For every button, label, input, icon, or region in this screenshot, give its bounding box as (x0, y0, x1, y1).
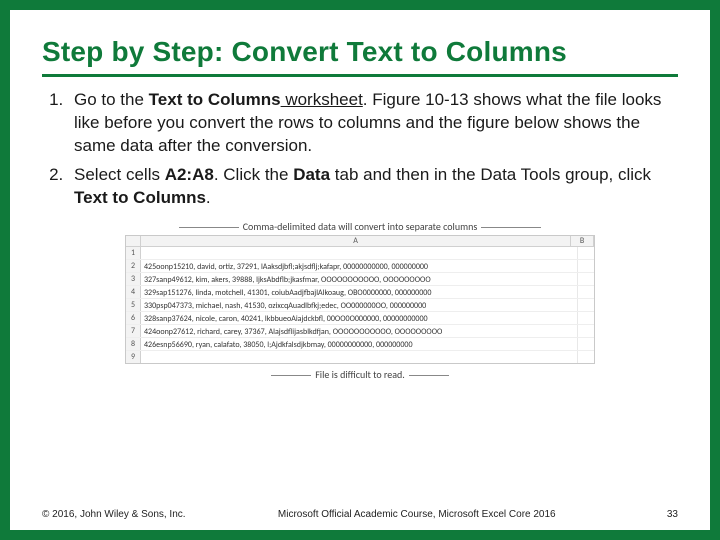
cell (141, 351, 578, 363)
footer-course: Microsoft Official Academic Course, Micr… (186, 509, 648, 520)
title-rule (42, 74, 678, 77)
text: Go to the (74, 90, 149, 109)
callout-text: File is difficult to read. (315, 368, 405, 381)
bold-text: A2:A8 (165, 165, 214, 184)
col-header: A (141, 236, 571, 246)
text: . Click the (214, 165, 293, 184)
spreadsheet: A B 12425oonp15210, david, ortiz, 37291,… (125, 235, 595, 364)
corner-cell (126, 236, 141, 246)
cell: 328sanp37624, nicole, caron, 40241, lkbb… (141, 312, 578, 324)
row-header: 4 (126, 286, 141, 298)
table-row: 2425oonp15210, david, ortiz, 37291, lAak… (126, 260, 594, 273)
text: worksheet (281, 90, 363, 109)
step-list: Go to the Text to Columns worksheet. Fig… (42, 89, 678, 210)
row-header: 2 (126, 260, 141, 272)
figure-callout-bottom: File is difficult to read. (125, 368, 595, 381)
text: Select cells (74, 165, 165, 184)
footer: © 2016, John Wiley & Sons, Inc. Microsof… (42, 509, 678, 520)
table-row: 8426esnp56690, ryan, calafato, 38050, l;… (126, 338, 594, 351)
column-headers: A B (126, 236, 594, 247)
callout-text: Comma-delimited data will convert into s… (243, 220, 478, 233)
table-row: 1 (126, 247, 594, 260)
slide: Step by Step: Convert Text to Columns Go… (10, 10, 710, 530)
cell (141, 247, 578, 259)
table-row: 4329sap151276, linda, motchell, 41301, c… (126, 286, 594, 299)
text: tab and then in the Data Tools group, cl… (330, 165, 651, 184)
cell: 329sap151276, linda, motchell, 41301, co… (141, 286, 578, 298)
table-row: 9 (126, 351, 594, 363)
row-header: 6 (126, 312, 141, 324)
footer-page-number: 33 (648, 509, 678, 520)
table-row: 7424oonp27612, richard, carey, 37367, Al… (126, 325, 594, 338)
footer-copyright: © 2016, John Wiley & Sons, Inc. (42, 509, 186, 520)
bold-text: Data (293, 165, 330, 184)
bold-text: Text to Columns (74, 188, 206, 207)
cell: 424oonp27612, richard, carey, 37367, Ala… (141, 325, 578, 337)
step-1: Go to the Text to Columns worksheet. Fig… (68, 89, 678, 158)
cell: 330psp047373, michael, nash, 41530, ozix… (141, 299, 578, 311)
cell: 426esnp56690, ryan, calafato, 38050, l;A… (141, 338, 578, 350)
figure: Comma-delimited data will convert into s… (125, 220, 595, 381)
table-row: 6328sanp37624, nicole, caron, 40241, lkb… (126, 312, 594, 325)
cell: 327sanp49612, kim, akers, 39888, ljksAbd… (141, 273, 578, 285)
cell: 425oonp15210, david, ortiz, 37291, lAaks… (141, 260, 578, 272)
slide-title: Step by Step: Convert Text to Columns (42, 36, 678, 68)
step-2: Select cells A2:A8. Click the Data tab a… (68, 164, 678, 210)
col-header: B (571, 236, 594, 246)
table-row: 3327sanp49612, kim, akers, 39888, ljksAb… (126, 273, 594, 286)
bold-text: Text to Columns (149, 90, 281, 109)
text: . (206, 188, 211, 207)
table-row: 5330psp047373, michael, nash, 41530, ozi… (126, 299, 594, 312)
figure-callout-top: Comma-delimited data will convert into s… (125, 220, 595, 233)
row-header: 7 (126, 325, 141, 337)
row-header: 3 (126, 273, 141, 285)
row-header: 9 (126, 351, 141, 363)
row-header: 1 (126, 247, 141, 259)
row-header: 5 (126, 299, 141, 311)
row-header: 8 (126, 338, 141, 350)
